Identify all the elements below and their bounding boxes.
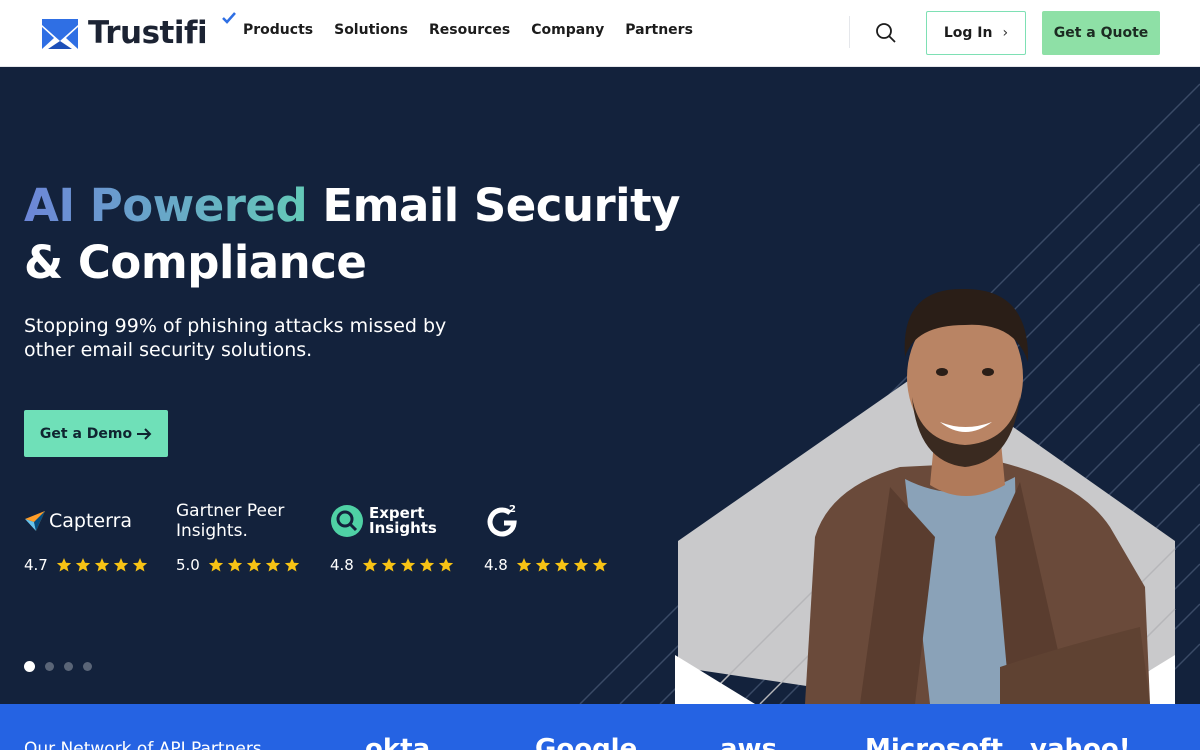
star-icon	[265, 558, 280, 572]
checkmark-icon	[222, 12, 236, 24]
envelope-shield-icon	[42, 19, 78, 49]
rating-g2[interactable]: 2 G2 4.8	[484, 501, 607, 581]
carousel-dot[interactable]	[83, 662, 92, 671]
gartner-logo: Gartner Peer Insights.	[176, 501, 286, 541]
carousel-dot[interactable]	[24, 661, 35, 672]
star-icon	[227, 558, 242, 572]
expert-insights-name: Expert Insights	[369, 504, 437, 537]
star-icon	[438, 558, 453, 572]
partner-logo-aws: aws	[720, 734, 778, 750]
login-button[interactable]: Log In ›	[926, 11, 1026, 55]
rating-score: 4.8	[330, 556, 354, 574]
star-rating	[516, 557, 608, 573]
api-partners-strip: Our Network of API Partners okta Google aw…	[0, 704, 1200, 750]
nav-solutions[interactable]: Solutions	[334, 22, 408, 38]
rating-score: 4.7	[24, 556, 48, 574]
star-icon	[246, 558, 261, 572]
carousel-dot[interactable]	[45, 662, 54, 671]
star-rating	[362, 557, 454, 573]
hero-section: AI Powered Email Security & Compliance S…	[0, 67, 1200, 704]
login-label: Log In	[943, 25, 993, 41]
star-icon	[75, 558, 90, 572]
star-icon	[554, 558, 569, 572]
star-icon	[94, 558, 109, 572]
nav-products[interactable]: Products	[243, 22, 313, 38]
star-rating	[208, 557, 300, 573]
partner-logo-okta: okta	[365, 734, 431, 750]
nav-resources[interactable]: Resources	[429, 22, 510, 38]
capterra-logo: Capterra	[24, 501, 132, 541]
g2-logo-icon: 2	[487, 504, 517, 537]
star-icon	[56, 558, 71, 572]
star-icon	[400, 558, 415, 572]
capterra-name: Capterra	[49, 510, 133, 532]
rating-score: 4.8	[484, 556, 508, 574]
chevron-right-icon: ›	[1002, 25, 1009, 41]
site-header: Trustifi Products Solutions Resources Co…	[0, 0, 1200, 67]
trustifi-logo[interactable]: Trustifi	[40, 12, 236, 54]
star-icon	[284, 558, 299, 572]
main-nav: Products Solutions Resources Company Par…	[243, 22, 693, 38]
search-icon[interactable]	[875, 22, 897, 44]
magnifier-logo-icon	[331, 505, 363, 537]
demo-label: Get a Demo	[39, 425, 133, 442]
hero-headline: AI Powered Email Security & Compliance	[24, 177, 684, 291]
rating-gartner[interactable]: Gartner Peer Insights. 5.0	[176, 501, 299, 581]
hero-subtext: Stopping 99% of phishing attacks missed …	[24, 315, 447, 361]
logo-wordmark: Trustifi	[88, 15, 208, 51]
expert-insights-logo: Expert Insights	[330, 501, 439, 541]
review-ratings: Capterra 4.7 Gartner Peer Insights. 5.0	[24, 501, 664, 581]
arrow-right-icon	[137, 427, 152, 440]
star-icon	[381, 558, 396, 572]
get-quote-button[interactable]: Get a Quote	[1042, 11, 1160, 55]
star-icon	[592, 558, 607, 572]
partner-logo-google: Google	[535, 734, 638, 750]
header-divider	[849, 16, 850, 48]
star-icon	[132, 558, 147, 572]
nav-company[interactable]: Company	[531, 22, 604, 38]
nav-partners[interactable]: Partners	[625, 22, 693, 38]
capterra-arrow-icon	[25, 511, 45, 531]
star-rating	[56, 557, 148, 573]
star-icon	[573, 558, 588, 572]
star-icon	[535, 558, 550, 572]
partner-logo-yahoo: yahoo!	[1030, 734, 1131, 750]
carousel-dot[interactable]	[64, 662, 73, 671]
get-demo-button[interactable]: Get a Demo	[24, 410, 168, 457]
rating-score: 5.0	[176, 556, 200, 574]
g2-logo: 2 G2	[484, 501, 520, 541]
carousel-dots	[24, 661, 92, 672]
gartner-name: Gartner Peer Insights.	[176, 501, 285, 541]
star-icon	[362, 558, 377, 572]
partner-logo-microsoft: Microsoft	[865, 734, 1003, 750]
star-icon	[113, 558, 128, 572]
headline-accent: AI Powered	[24, 179, 308, 232]
rating-expert-insights[interactable]: Expert Insights 4.8	[330, 501, 453, 581]
hero-illustration	[579, 83, 1200, 704]
star-icon	[208, 558, 223, 572]
partners-label: Our Network of API Partners	[24, 739, 262, 750]
svg-text:2: 2	[509, 504, 516, 515]
rating-capterra[interactable]: Capterra 4.7	[24, 501, 147, 581]
star-icon	[419, 558, 434, 572]
star-icon	[516, 558, 531, 572]
